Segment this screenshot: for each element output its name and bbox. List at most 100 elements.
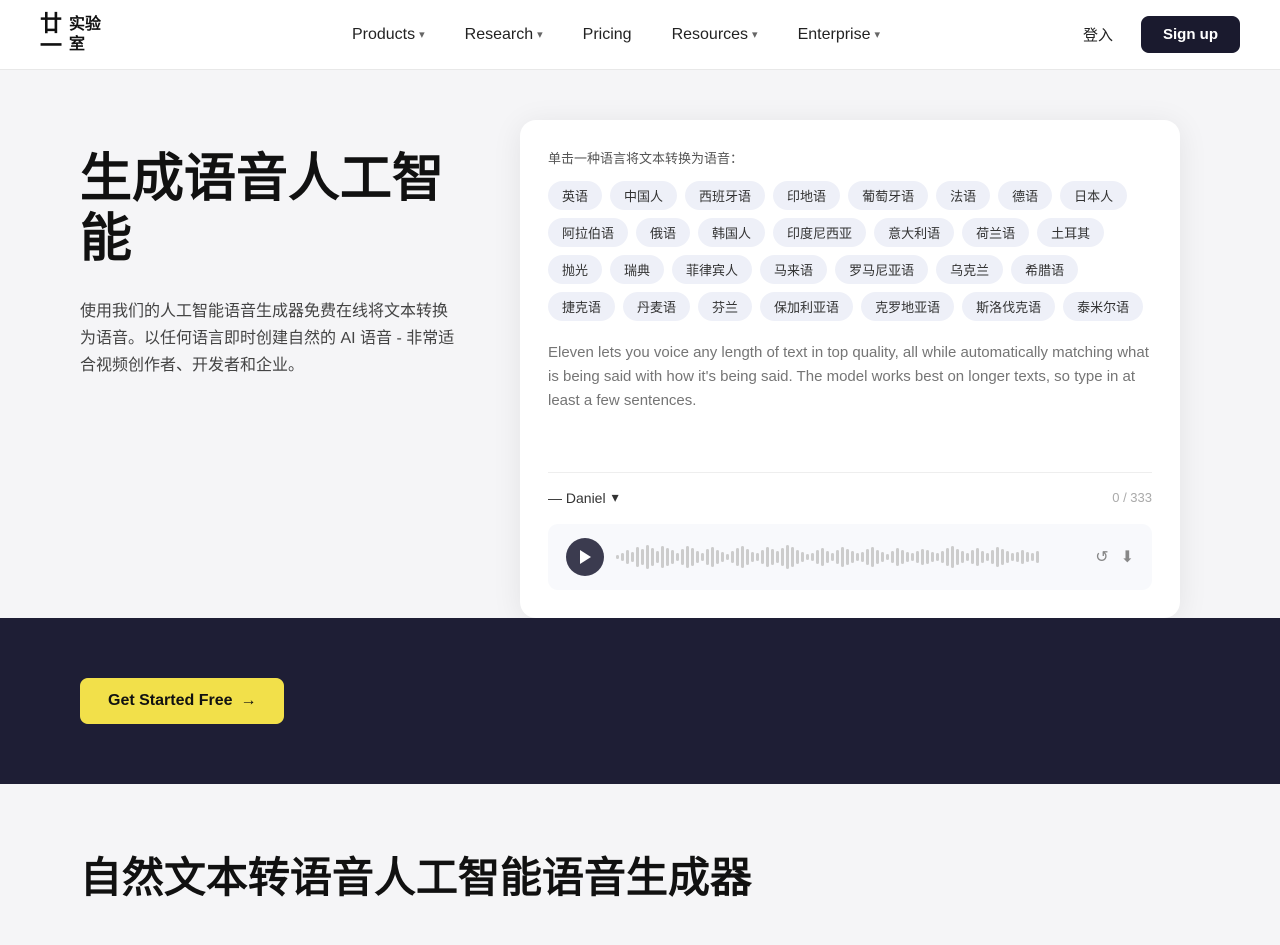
language-tag[interactable]: 法语: [936, 181, 990, 210]
waveform-bar: [876, 550, 879, 564]
waveform-bar: [836, 550, 839, 564]
voice-label: — Daniel: [548, 490, 606, 506]
waveform-bar: [621, 553, 624, 561]
chevron-down-icon: ▾: [875, 28, 881, 41]
waveform-bar: [761, 550, 764, 564]
waveform-bar: [746, 549, 749, 565]
char-count: 0 / 333: [1112, 490, 1152, 505]
waveform-bar: [781, 548, 784, 566]
waveform-bar: [626, 550, 629, 564]
language-tag[interactable]: 俄语: [636, 218, 690, 247]
language-tag[interactable]: 瑞典: [610, 255, 664, 284]
waveform-bar: [996, 547, 999, 567]
waveform-bar: [771, 549, 774, 565]
language-tag[interactable]: 马来语: [760, 255, 827, 284]
language-tag[interactable]: 希腊语: [1011, 255, 1078, 284]
waveform-bar: [981, 551, 984, 563]
waveform-bar: [666, 548, 669, 566]
waveform-bar: [741, 546, 744, 568]
voice-selector[interactable]: — Daniel ▾: [548, 489, 619, 506]
navbar: 廿一 实验室 Products ▾ Research ▾ Pricing Res…: [0, 0, 1280, 70]
waveform-bar: [631, 552, 634, 562]
waveform-bar: [966, 553, 969, 561]
language-tag[interactable]: 克罗地亚语: [861, 292, 954, 321]
waveform-bar: [956, 549, 959, 565]
waveform-bar: [681, 549, 684, 565]
get-started-button[interactable]: Get Started Free →: [80, 678, 284, 724]
chevron-down-icon: ▾: [537, 28, 543, 41]
nav-products[interactable]: Products ▾: [334, 18, 443, 52]
waveform-bar: [736, 548, 739, 566]
nav-resources[interactable]: Resources ▾: [654, 18, 776, 52]
language-tag[interactable]: 英语: [548, 181, 602, 210]
logo-icon: 廿一: [40, 13, 61, 57]
waveform-bar: [826, 551, 829, 563]
waveform-bar: [986, 553, 989, 561]
waveform-bar: [671, 550, 674, 564]
waveform-bar: [711, 547, 714, 567]
language-tag[interactable]: 芬兰: [698, 292, 752, 321]
download-button[interactable]: ⬇: [1121, 547, 1134, 567]
nav-research[interactable]: Research ▾: [447, 18, 561, 52]
waveform-bar: [936, 553, 939, 561]
language-tag[interactable]: 印度尼西亚: [773, 218, 866, 247]
logo[interactable]: 廿一 实验室: [40, 13, 101, 57]
language-tag[interactable]: 罗马尼亚语: [835, 255, 928, 284]
language-tag[interactable]: 中国人: [610, 181, 677, 210]
waveform-bar: [811, 553, 814, 561]
waveform-bar: [846, 549, 849, 565]
language-tag[interactable]: 印地语: [773, 181, 840, 210]
nav-enterprise[interactable]: Enterprise ▾: [780, 18, 898, 52]
hero-title: 生成语音人工智能: [80, 150, 460, 270]
language-tag[interactable]: 捷克语: [548, 292, 615, 321]
waveform-bar: [976, 548, 979, 566]
chevron-down-icon: ▾: [419, 28, 425, 41]
language-tag[interactable]: 意大利语: [874, 218, 954, 247]
language-tag[interactable]: 德语: [998, 181, 1052, 210]
waveform-bar: [931, 552, 934, 562]
waveform-bar: [961, 551, 964, 563]
waveform-bar: [731, 551, 734, 563]
waveform-bar: [1036, 551, 1039, 563]
waveform-bar: [831, 553, 834, 561]
chevron-down-icon: ▾: [752, 28, 758, 41]
language-tag[interactable]: 西班牙语: [685, 181, 765, 210]
language-tag[interactable]: 日本人: [1060, 181, 1127, 210]
signup-button[interactable]: Sign up: [1141, 16, 1240, 53]
lang-label: 单击一种语言将文本转换为语音：: [548, 148, 1152, 167]
language-tag[interactable]: 抛光: [548, 255, 602, 284]
language-tag[interactable]: 葡萄牙语: [848, 181, 928, 210]
demo-textarea[interactable]: [548, 341, 1152, 451]
language-tag[interactable]: 荷兰语: [962, 218, 1029, 247]
language-tag[interactable]: 保加利亚语: [760, 292, 853, 321]
waveform-bar: [896, 548, 899, 566]
waveform-bar: [696, 551, 699, 563]
login-button[interactable]: 登入: [1071, 16, 1125, 53]
language-tag[interactable]: 菲律宾人: [672, 255, 752, 284]
waveform-bar: [911, 553, 914, 561]
play-button[interactable]: [566, 538, 604, 576]
waveform-bar: [636, 547, 639, 567]
waveform-bar: [806, 554, 809, 560]
waveform-bar: [886, 554, 889, 560]
waveform-bar: [751, 552, 754, 562]
language-tag[interactable]: 韩国人: [698, 218, 765, 247]
language-tag[interactable]: 阿拉伯语: [548, 218, 628, 247]
language-tag[interactable]: 土耳其: [1037, 218, 1104, 247]
waveform-bar: [1006, 551, 1009, 563]
demo-card: 单击一种语言将文本转换为语音： 英语中国人西班牙语印地语葡萄牙语法语德语日本人阿…: [520, 120, 1180, 618]
language-tag[interactable]: 斯洛伐克语: [962, 292, 1055, 321]
waveform-bar: [891, 551, 894, 563]
nav-pricing[interactable]: Pricing: [565, 18, 650, 52]
waveform-bar: [821, 548, 824, 566]
waveform-bar: [871, 547, 874, 567]
language-tag[interactable]: 丹麦语: [623, 292, 690, 321]
waveform-bar: [1011, 553, 1014, 561]
regenerate-button[interactable]: ↺: [1095, 547, 1108, 567]
language-tag[interactable]: 乌克兰: [936, 255, 1003, 284]
waveform-bar: [641, 549, 644, 565]
hero-section: 生成语音人工智能 使用我们的人工智能语音生成器免费在线将文本转换为语音。以任何语…: [0, 70, 1280, 618]
language-tag[interactable]: 泰米尔语: [1063, 292, 1143, 321]
waveform-bar: [616, 555, 619, 559]
divider: [548, 472, 1152, 473]
